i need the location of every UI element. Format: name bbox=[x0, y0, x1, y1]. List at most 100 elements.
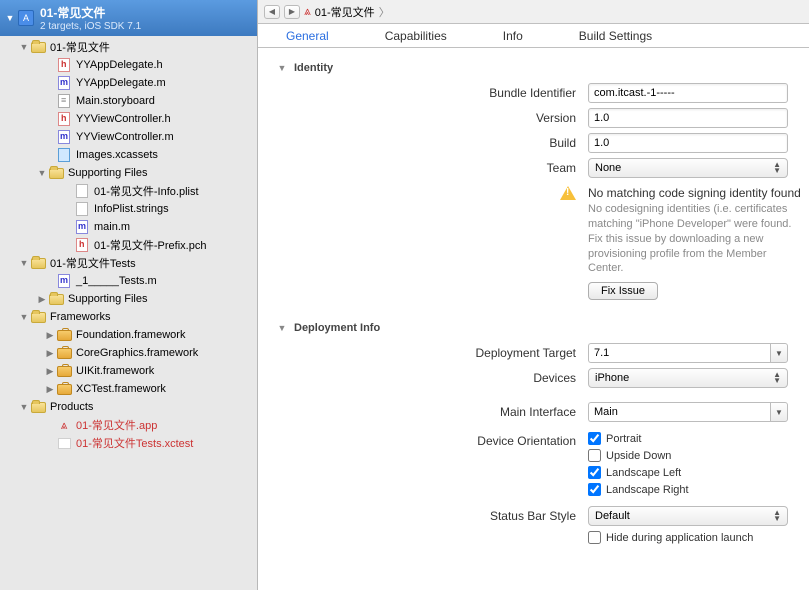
file-images-xcassets[interactable]: Images.xcassets bbox=[0, 146, 257, 164]
disclosure-triangle-icon[interactable]: ▶ bbox=[44, 384, 56, 395]
hide-during-launch[interactable]: Hide during application launch bbox=[588, 531, 797, 544]
group-supporting-files[interactable]: ▼Supporting Files bbox=[0, 164, 257, 182]
file-info-plist[interactable]: 01-常见文件-Info.plist bbox=[0, 182, 257, 200]
group-products[interactable]: ▼Products bbox=[0, 398, 257, 416]
orientation-landscape-left[interactable]: Landscape Left bbox=[588, 466, 797, 479]
file-main-m[interactable]: main.m bbox=[0, 218, 257, 236]
deployment-target-combo[interactable]: ▼ bbox=[588, 343, 788, 363]
file-prefix-pch[interactable]: 01-常见文件-Prefix.pch bbox=[0, 236, 257, 254]
tab-general[interactable]: General bbox=[258, 24, 357, 47]
updown-arrows-icon: ▲▼ bbox=[773, 372, 781, 384]
folder-icon bbox=[31, 258, 46, 269]
warning-heading: No matching code signing identity found bbox=[588, 186, 801, 200]
section-header-identity[interactable]: ▼ Identity bbox=[258, 58, 809, 78]
xctest-product-icon bbox=[58, 438, 71, 449]
status-bar-style-label: Status Bar Style bbox=[258, 509, 588, 523]
disclosure-triangle-icon[interactable]: ▶ bbox=[36, 294, 48, 305]
file-appdelegate-h[interactable]: YYAppDelegate.h bbox=[0, 56, 257, 74]
disclosure-triangle-icon[interactable]: ▼ bbox=[276, 323, 288, 333]
project-root[interactable]: ▼ A 01-常见文件 2 targets, iOS SDK 7.1 bbox=[0, 0, 257, 36]
build-label: Build bbox=[258, 136, 588, 150]
file-xctest-framework[interactable]: ▶XCTest.framework bbox=[0, 380, 257, 398]
file-tree: ▼ 01-常见文件 YYAppDelegate.h YYAppDelegate.… bbox=[0, 36, 257, 590]
file-tests-m[interactable]: _1_____Tests.m bbox=[0, 272, 257, 290]
disclosure-triangle-icon[interactable]: ▶ bbox=[44, 348, 56, 359]
framework-icon bbox=[57, 330, 72, 341]
file-infoplist-strings[interactable]: InfoPlist.strings bbox=[0, 200, 257, 218]
file-xctest-product[interactable]: 01-常见文件Tests.xctest bbox=[0, 434, 257, 452]
framework-icon bbox=[57, 348, 72, 359]
disclosure-triangle-icon[interactable]: ▼ bbox=[18, 42, 30, 52]
warning-body: No codesigning identities (i.e. certific… bbox=[588, 202, 801, 276]
disclosure-triangle-icon[interactable]: ▼ bbox=[4, 13, 16, 23]
group-frameworks[interactable]: ▼Frameworks bbox=[0, 308, 257, 326]
header-file-icon bbox=[76, 238, 88, 252]
chevron-right-icon: 〉 bbox=[379, 4, 390, 20]
section-header-deployment[interactable]: ▼ Deployment Info bbox=[258, 318, 809, 338]
file-app-product[interactable]: ⩓01-常见文件.app bbox=[0, 416, 257, 434]
storyboard-file-icon bbox=[58, 94, 70, 108]
group-tests[interactable]: ▼01-常见文件Tests bbox=[0, 254, 257, 272]
main-interface-input[interactable] bbox=[588, 402, 770, 422]
deployment-target-label: Deployment Target bbox=[258, 346, 588, 360]
impl-file-icon bbox=[58, 274, 70, 288]
folder-icon bbox=[49, 294, 64, 305]
disclosure-triangle-icon[interactable]: ▼ bbox=[36, 168, 48, 178]
disclosure-triangle-icon[interactable]: ▶ bbox=[44, 330, 56, 341]
status-bar-style-dropdown[interactable]: Default ▲▼ bbox=[588, 506, 788, 526]
framework-icon bbox=[57, 384, 72, 395]
project-subtitle: 2 targets, iOS SDK 7.1 bbox=[40, 21, 141, 32]
forward-button[interactable]: ▶ bbox=[284, 5, 300, 19]
dropdown-arrow-icon[interactable]: ▼ bbox=[770, 402, 788, 422]
orientation-portrait[interactable]: Portrait bbox=[588, 432, 797, 445]
file-main-storyboard[interactable]: Main.storyboard bbox=[0, 92, 257, 110]
tab-bar: General Capabilities Info Build Settings bbox=[258, 24, 809, 48]
file-foundation-framework[interactable]: ▶Foundation.framework bbox=[0, 326, 257, 344]
disclosure-triangle-icon[interactable]: ▼ bbox=[18, 402, 30, 412]
file-viewcontroller-h[interactable]: YYViewController.h bbox=[0, 110, 257, 128]
main-interface-label: Main Interface bbox=[258, 405, 588, 419]
version-input[interactable] bbox=[588, 108, 788, 128]
project-navigator: ▼ A 01-常见文件 2 targets, iOS SDK 7.1 ▼ 01-… bbox=[0, 0, 258, 590]
breadcrumb[interactable]: 01-常见文件 bbox=[315, 4, 375, 20]
file-viewcontroller-m[interactable]: YYViewController.m bbox=[0, 128, 257, 146]
devices-dropdown[interactable]: iPhone ▲▼ bbox=[588, 368, 788, 388]
team-dropdown[interactable]: None ▲▼ bbox=[588, 158, 788, 178]
tab-build-settings[interactable]: Build Settings bbox=[551, 24, 680, 47]
disclosure-triangle-icon[interactable]: ▼ bbox=[18, 312, 30, 322]
impl-file-icon bbox=[76, 220, 88, 234]
group-main[interactable]: ▼ 01-常见文件 bbox=[0, 38, 257, 56]
bundle-id-input[interactable] bbox=[588, 83, 788, 103]
back-button[interactable]: ◀ bbox=[264, 5, 280, 19]
file-coregraphics-framework[interactable]: ▶CoreGraphics.framework bbox=[0, 344, 257, 362]
xcodeproj-icon: A bbox=[18, 10, 34, 26]
orientation-landscape-right[interactable]: Landscape Right bbox=[588, 483, 797, 496]
jump-bar: ◀ ▶ ⩓ 01-常见文件 〉 bbox=[258, 0, 809, 24]
main-interface-combo[interactable]: ▼ bbox=[588, 402, 788, 422]
strings-file-icon bbox=[76, 202, 88, 216]
orientation-label: Device Orientation bbox=[258, 432, 588, 448]
file-uikit-framework[interactable]: ▶UIKit.framework bbox=[0, 362, 257, 380]
tab-info[interactable]: Info bbox=[475, 24, 551, 47]
orientation-upside-down[interactable]: Upside Down bbox=[588, 449, 797, 462]
tab-capabilities[interactable]: Capabilities bbox=[357, 24, 475, 47]
folder-icon bbox=[31, 42, 46, 53]
updown-arrows-icon: ▲▼ bbox=[773, 162, 781, 174]
section-identity: ▼ Identity Bundle Identifier Version Bui… bbox=[258, 58, 809, 300]
updown-arrows-icon: ▲▼ bbox=[773, 510, 781, 522]
warning-icon bbox=[560, 186, 576, 200]
project-name: 01-常见文件 bbox=[40, 4, 141, 21]
group-supporting-files-2[interactable]: ▶Supporting Files bbox=[0, 290, 257, 308]
impl-file-icon bbox=[58, 76, 70, 90]
fix-issue-button[interactable]: Fix Issue bbox=[588, 282, 658, 300]
dropdown-arrow-icon[interactable]: ▼ bbox=[770, 343, 788, 363]
deployment-target-input[interactable] bbox=[588, 343, 770, 363]
disclosure-triangle-icon[interactable]: ▶ bbox=[44, 366, 56, 377]
header-file-icon bbox=[58, 112, 70, 126]
build-input[interactable] bbox=[588, 133, 788, 153]
team-label: Team bbox=[258, 161, 588, 175]
file-appdelegate-m[interactable]: YYAppDelegate.m bbox=[0, 74, 257, 92]
disclosure-triangle-icon[interactable]: ▼ bbox=[276, 63, 288, 73]
bundle-id-label: Bundle Identifier bbox=[258, 86, 588, 100]
disclosure-triangle-icon[interactable]: ▼ bbox=[18, 258, 30, 268]
